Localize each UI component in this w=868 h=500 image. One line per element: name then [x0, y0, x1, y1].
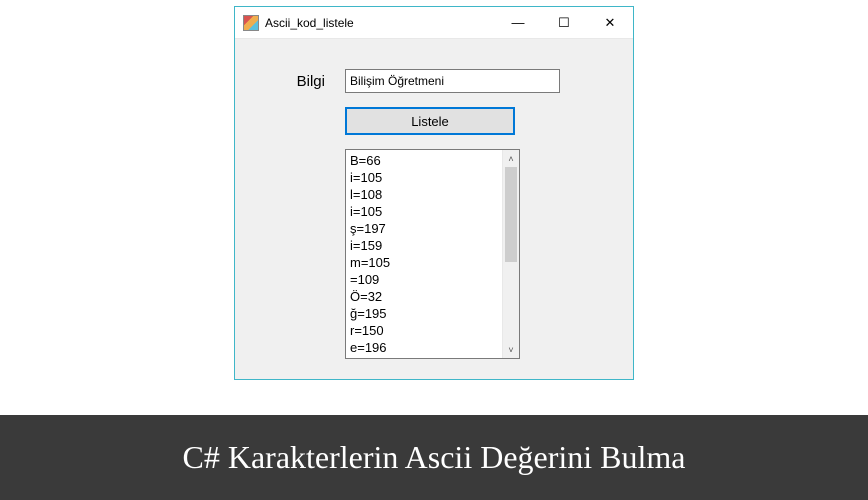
- scroll-track[interactable]: [503, 167, 519, 341]
- scrollbar[interactable]: ˄ ˅: [502, 150, 519, 358]
- close-button[interactable]: ✕: [587, 7, 633, 38]
- list-item[interactable]: e=196: [350, 339, 498, 356]
- window-controls: — ☐ ✕: [495, 7, 633, 38]
- list-item[interactable]: B=66: [350, 152, 498, 169]
- app-icon: [243, 15, 259, 31]
- bilgi-label: Bilgi: [265, 73, 325, 90]
- list-item[interactable]: i=159: [350, 237, 498, 254]
- input-row: Bilgi: [265, 69, 603, 93]
- listele-button[interactable]: Listele: [345, 107, 515, 135]
- caption-text: C# Karakterlerin Ascii Değerini Bulma: [183, 439, 686, 476]
- list-item[interactable]: =109: [350, 271, 498, 288]
- scroll-down-arrow-icon[interactable]: ˅: [503, 341, 519, 358]
- list-item[interactable]: i=105: [350, 203, 498, 220]
- window-title: Ascii_kod_listele: [265, 16, 495, 30]
- list-item[interactable]: r=150: [350, 322, 498, 339]
- scroll-thumb[interactable]: [505, 167, 517, 262]
- ascii-listbox[interactable]: B=66i=105l=108i=105ş=197i=159m=105 =109Ö…: [345, 149, 520, 359]
- listbox-content: B=66i=105l=108i=105ş=197i=159m=105 =109Ö…: [346, 150, 502, 358]
- bilgi-input[interactable]: [345, 69, 560, 93]
- list-item[interactable]: ş=197: [350, 220, 498, 237]
- scroll-up-arrow-icon[interactable]: ˄: [503, 150, 519, 167]
- app-area: Ascii_kod_listele — ☐ ✕ Bilgi Listele B=…: [0, 0, 868, 415]
- list-item[interactable]: ğ=195: [350, 305, 498, 322]
- list-item[interactable]: l=108: [350, 186, 498, 203]
- minimize-button[interactable]: —: [495, 7, 541, 38]
- list-item[interactable]: m=105: [350, 254, 498, 271]
- list-item[interactable]: Ö=32: [350, 288, 498, 305]
- list-item[interactable]: i=105: [350, 169, 498, 186]
- maximize-button[interactable]: ☐: [541, 7, 587, 38]
- form-body: Bilgi Listele B=66i=105l=108i=105ş=197i=…: [235, 39, 633, 379]
- titlebar[interactable]: Ascii_kod_listele — ☐ ✕: [235, 7, 633, 39]
- application-window: Ascii_kod_listele — ☐ ✕ Bilgi Listele B=…: [234, 6, 634, 380]
- caption-banner: C# Karakterlerin Ascii Değerini Bulma: [0, 415, 868, 500]
